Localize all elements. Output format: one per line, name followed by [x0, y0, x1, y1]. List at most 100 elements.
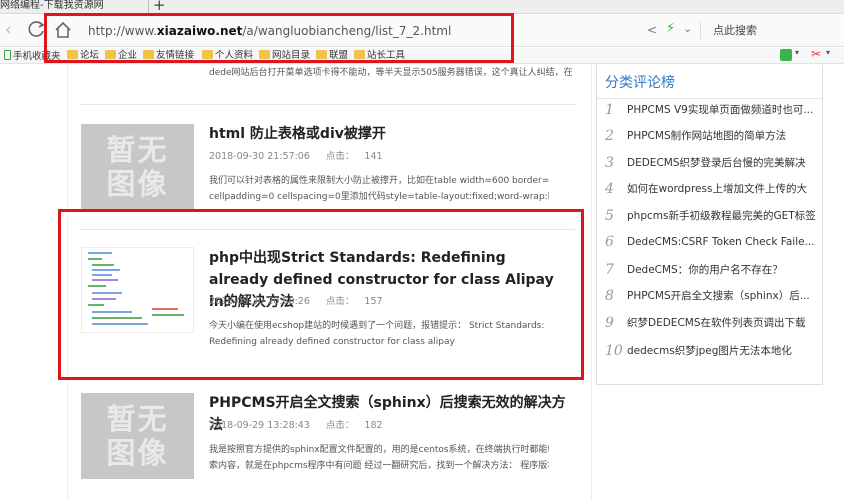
article-meta: 2018-09-30 21:57:06 点击： 141	[209, 151, 383, 163]
sidebar-item-label[interactable]: phpcms新手初级教程最完美的GET标签	[627, 209, 816, 223]
hits-count: 182	[364, 420, 383, 431]
new-tab-icon[interactable]: +	[153, 0, 166, 13]
code-line	[88, 258, 102, 260]
bookmark-mobile[interactable]: 手机收藏夹	[4, 50, 61, 63]
sidebar-item-label[interactable]: PHPCMS开启全文搜索（sphinx）后...	[627, 289, 810, 303]
article-desc: Redefining already defined constructor f…	[209, 337, 455, 347]
back-icon[interactable]: ‹	[5, 21, 12, 39]
extension-icon[interactable]	[780, 49, 792, 61]
hits-count: 157	[364, 296, 383, 307]
tab-title[interactable]: 网络编程-下载我资源网	[0, 0, 104, 12]
article-title[interactable]: html 防止表格或div被撑开	[209, 123, 569, 145]
sidebar-item-label[interactable]: dedecms织梦jpeg图片无法本地化	[627, 344, 792, 358]
article-divider	[80, 104, 575, 105]
folder-icon	[143, 50, 154, 59]
sidebar-item[interactable]: 3 DEDECMS织梦登录后台慢的完美解决	[605, 153, 817, 173]
rank-number: 6	[605, 234, 614, 250]
bookmarks-bar: 手机收藏夹 论坛 企业 友情链接 个人资料 网站目录 联盟 站长工具 ▾ ✂ ▾	[0, 47, 844, 64]
bookmark-friendlinks[interactable]: 友情链接	[143, 50, 194, 62]
sidebar-item[interactable]: 8 PHPCMS开启全文搜索（sphinx）后...	[605, 286, 817, 306]
folder-icon	[354, 50, 365, 59]
share-icon[interactable]: <	[647, 23, 657, 37]
article-meta: 2018-09-30 20:50:26 点击： 157	[209, 296, 383, 308]
scissors-icon[interactable]: ✂	[811, 47, 821, 61]
url-domain: xiazaiwo.net	[156, 24, 243, 38]
placeholder-text: 图像	[106, 167, 169, 201]
bookmark-enterprise[interactable]: 企业	[105, 50, 137, 62]
article-thumbnail[interactable]	[81, 247, 194, 333]
sidebar-item-label[interactable]: PHPCMS V9实现单页面做频道时也可...	[627, 103, 813, 117]
url-path: /a/wangluobiancheng/list_7_2.html	[242, 24, 452, 38]
sidebar-item[interactable]: 6 DedeCMS:CSRF Token Check Faile...	[605, 232, 817, 252]
chevron-down-icon[interactable]: ▾	[826, 48, 830, 57]
sidebar-item-label[interactable]: DedeCMS：你的用户名不存在？	[627, 263, 783, 277]
rank-number: 9	[605, 315, 614, 331]
bookmark-webmaster[interactable]: 站长工具	[354, 50, 405, 62]
article-thumbnail[interactable]: 暂无 图像	[81, 124, 194, 210]
rank-number: 5	[605, 208, 614, 224]
sidebar-item[interactable]: 9 织梦DEDECMS在软件列表页调出下载	[605, 313, 817, 333]
code-line	[92, 264, 114, 266]
sidebar-comment-ranking: 分类评论榜 1 PHPCMS V9实现单页面做频道时也可... 2 PHPCMS制作…	[596, 65, 823, 385]
browser-toolbar: ‹ http://www.xiazaiwo.net/a/wangluobianc…	[0, 15, 844, 47]
placeholder-text: 暂无	[106, 133, 169, 167]
toolbar-divider	[700, 22, 701, 39]
article-thumbnail[interactable]: 暂无 图像	[81, 393, 194, 479]
folder-icon	[67, 50, 78, 59]
placeholder-text: 图像	[106, 436, 169, 470]
code-line	[88, 304, 104, 306]
sidebar-item[interactable]: 7 DedeCMS：你的用户名不存在？	[605, 260, 817, 280]
rank-number: 2	[605, 128, 614, 144]
bookmark-personal[interactable]: 个人资料	[202, 50, 253, 62]
search-input[interactable]: 点此搜索	[713, 24, 757, 37]
rank-number: 8	[605, 288, 614, 304]
sidebar-item-label[interactable]: 织梦DEDECMS在软件列表页调出下载	[627, 316, 806, 330]
article-date: 2018-09-30 21:57:06	[209, 151, 310, 162]
hits-label: 点击：	[325, 420, 355, 431]
rank-number: 1	[605, 102, 614, 118]
article-date: 2018-09-29 13:28:43	[209, 420, 310, 431]
code-line	[92, 311, 132, 313]
rank-number: 7	[605, 262, 614, 278]
sidebar-item-label[interactable]: 如何在wordpress上增加文件上传的大	[627, 182, 807, 196]
sidebar-item[interactable]: 4 如何在wordpress上增加文件上传的大	[605, 179, 817, 199]
hits-label: 点击：	[325, 151, 355, 162]
sidebar-item[interactable]: 1 PHPCMS V9实现单页面做频道时也可...	[605, 100, 817, 120]
sidebar-divider	[597, 98, 822, 99]
rank-number: 4	[605, 181, 614, 197]
bookmark-directory[interactable]: 网站目录	[259, 50, 310, 62]
sidebar-item-label[interactable]: DEDECMS织梦登录后台慢的完美解决	[627, 156, 806, 170]
bookmark-forum[interactable]: 论坛	[67, 50, 99, 62]
article-desc: dede网站后台打开菜单选项卡得不能动，等半天显示505服务器错误，这个真让人纠…	[209, 68, 573, 78]
address-bar[interactable]: http://www.xiazaiwo.net/a/wangluobianche…	[88, 24, 451, 38]
code-line	[92, 292, 122, 294]
code-line	[88, 252, 112, 254]
chevron-down-icon[interactable]: ▾	[795, 48, 799, 57]
folder-icon	[316, 50, 327, 59]
code-line	[92, 317, 142, 319]
chevron-down-icon[interactable]: ⌄	[683, 22, 692, 36]
code-line	[92, 298, 116, 300]
sidebar-item[interactable]: 10 dedecms织梦jpeg图片无法本地化	[605, 341, 817, 361]
hits-count: 141	[364, 151, 383, 162]
home-icon[interactable]	[53, 20, 73, 40]
article-date: 2018-09-30 20:50:26	[209, 296, 310, 307]
folder-icon	[202, 50, 213, 59]
code-line	[92, 269, 120, 271]
sidebar-item-label[interactable]: PHPCMS制作网站地图的简单方法	[627, 129, 786, 143]
code-line	[92, 274, 112, 276]
tab-separator	[148, 0, 149, 13]
sidebar-item[interactable]: 5 phpcms新手初级教程最完美的GET标签	[605, 206, 817, 226]
mobile-icon	[4, 50, 11, 60]
url-prefix: http://www.	[88, 24, 157, 38]
refresh-icon[interactable]	[27, 19, 47, 39]
tab-strip: 网络编程-下载我资源网 +	[0, 0, 844, 14]
sidebar-item-label[interactable]: DedeCMS:CSRF Token Check Faile...	[627, 235, 815, 249]
article-desc: 我们可以针对表格的属性来限制大小防止被撑开，比如在table width=600…	[209, 176, 549, 186]
sidebar-item[interactable]: 2 PHPCMS制作网站地图的简单方法	[605, 126, 817, 146]
article-desc: 索内容，就是在phpcms程序中有问题 经过一翻研究后，找到一个解决方法： 程序…	[209, 461, 549, 471]
bolt-icon[interactable]: ⚡	[666, 22, 675, 36]
bookmark-union[interactable]: 联盟	[316, 50, 348, 62]
article-list: dede网站后台打开菜单选项卡得不能动，等半天显示505服务器错误，这个真让人纠…	[67, 65, 592, 500]
folder-icon	[105, 50, 116, 59]
